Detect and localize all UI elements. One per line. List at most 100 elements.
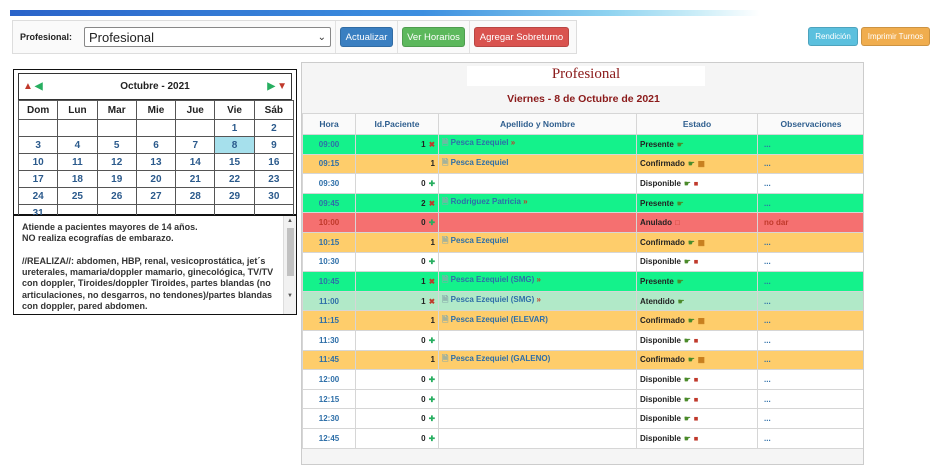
- document-icon[interactable]: 🗎: [442, 315, 451, 324]
- add-icon[interactable]: ✚: [427, 375, 435, 384]
- hand-icon[interactable]: ☛: [676, 297, 685, 306]
- document-icon[interactable]: 🗎: [442, 354, 451, 363]
- turno-hora[interactable]: 10:15: [302, 231, 356, 253]
- calendar-day[interactable]: 11: [57, 153, 98, 171]
- document-icon[interactable]: 🗎: [442, 158, 451, 167]
- add-icon[interactable]: ✚: [427, 336, 435, 345]
- next-year-icon[interactable]: ▼: [277, 81, 287, 92]
- turno-observaciones[interactable]: ...: [757, 271, 863, 292]
- calendar-day[interactable]: 12: [96, 153, 137, 171]
- calendar-day[interactable]: 18: [57, 170, 98, 188]
- turno-hora[interactable]: 12:30: [302, 408, 356, 429]
- agregar-sobreturno-button[interactable]: Agregar Sobreturno: [474, 27, 569, 47]
- turno-observaciones[interactable]: ...: [757, 408, 863, 429]
- delete-icon[interactable]: ■: [692, 336, 699, 345]
- paciente-link[interactable]: Pesca Ezequiel (SMG): [451, 275, 535, 284]
- document-icon[interactable]: 🗎: [442, 236, 451, 245]
- hand-icon[interactable]: ☛: [686, 159, 695, 168]
- turno-hora[interactable]: 11:45: [302, 349, 356, 371]
- hand-icon[interactable]: ☛: [682, 434, 691, 443]
- remove-icon[interactable]: ✖: [427, 199, 435, 208]
- double-chevron-icon[interactable]: »: [508, 138, 515, 147]
- turno-observaciones[interactable]: ...: [757, 290, 863, 312]
- calendar-day[interactable]: 27: [135, 187, 177, 205]
- turno-observaciones[interactable]: ...: [757, 427, 863, 449]
- calendar-day[interactable]: 21: [175, 170, 216, 188]
- turno-hora[interactable]: 10:45: [302, 271, 356, 292]
- turno-observaciones[interactable]: ...: [757, 231, 863, 253]
- document-icon[interactable]: 🗎: [442, 275, 451, 284]
- hand-icon[interactable]: ☛: [686, 316, 695, 325]
- hand-icon[interactable]: ☛: [682, 336, 691, 345]
- rendicion-button[interactable]: Rendición: [808, 27, 858, 46]
- imprimir-turnos-button[interactable]: Imprimir Turnos: [861, 27, 930, 46]
- hand-icon[interactable]: ☛: [682, 395, 691, 404]
- turno-hora[interactable]: 12:45: [302, 427, 356, 449]
- actualizar-button[interactable]: Actualizar: [340, 27, 393, 47]
- turno-hora[interactable]: 09:15: [302, 153, 356, 175]
- turno-hora[interactable]: 10:30: [302, 251, 356, 273]
- turno-hora[interactable]: 12:00: [302, 369, 356, 390]
- prev-month-icon[interactable]: ◀: [35, 81, 43, 92]
- add-icon[interactable]: ✚: [427, 257, 435, 266]
- calendar-day[interactable]: 6: [135, 136, 177, 154]
- ver-horarios-button[interactable]: Ver Horarios: [402, 27, 465, 47]
- scroll-down-icon[interactable]: ▼: [287, 293, 293, 299]
- document-icon[interactable]: 🗎: [442, 295, 451, 304]
- add-icon[interactable]: ✚: [427, 395, 435, 404]
- delete-icon[interactable]: ■: [692, 179, 699, 188]
- calendar-day[interactable]: 30: [253, 187, 295, 205]
- hand-icon[interactable]: ☛: [682, 257, 691, 266]
- turno-hora[interactable]: 09:30: [302, 173, 356, 194]
- turno-hora[interactable]: 09:45: [302, 192, 356, 214]
- turno-observaciones[interactable]: no dar: [757, 212, 863, 233]
- delete-icon[interactable]: ■: [692, 375, 699, 384]
- turno-observaciones[interactable]: ...: [757, 369, 863, 390]
- double-chevron-icon[interactable]: »: [534, 275, 540, 284]
- turno-hora[interactable]: 12:15: [302, 388, 356, 410]
- hand-icon[interactable]: ☛: [686, 355, 695, 364]
- calendar-icon[interactable]: ▦: [696, 355, 705, 364]
- next-month-icon[interactable]: ▶: [267, 81, 275, 92]
- turno-observaciones[interactable]: ...: [757, 329, 863, 351]
- profesional-select[interactable]: Profesional ⌄: [84, 27, 331, 47]
- hand-icon[interactable]: ☛: [686, 238, 695, 247]
- turno-observaciones[interactable]: ...: [757, 251, 863, 273]
- calendar-day[interactable]: 16: [253, 153, 295, 171]
- turno-hora[interactable]: 09:00: [302, 134, 356, 155]
- turno-observaciones[interactable]: ...: [757, 349, 863, 371]
- scroll-thumb[interactable]: [287, 228, 294, 276]
- delete-icon[interactable]: ■: [692, 395, 699, 404]
- paciente-link[interactable]: Pesca Ezequiel (ELEVAR): [451, 315, 548, 324]
- calendar-day[interactable]: 3: [17, 136, 59, 154]
- calendar-day[interactable]: 4: [57, 136, 98, 154]
- turno-hora[interactable]: 11:30: [302, 329, 356, 351]
- calendar-day[interactable]: 25: [57, 187, 98, 205]
- remove-icon[interactable]: □: [673, 218, 680, 227]
- turno-observaciones[interactable]: ...: [757, 153, 863, 175]
- calendar-day[interactable]: 26: [96, 187, 137, 205]
- notes-scrollbar[interactable]: ▲ ▼: [283, 216, 296, 314]
- remove-icon[interactable]: ✖: [427, 140, 435, 149]
- prev-year-icon[interactable]: ▲: [23, 81, 33, 92]
- calendar-day[interactable]: 29: [214, 187, 255, 205]
- hand-icon[interactable]: ☛: [682, 414, 691, 423]
- calendar-day[interactable]: 23: [253, 170, 295, 188]
- calendar-icon[interactable]: ▦: [696, 316, 705, 325]
- calendar-day[interactable]: 19: [96, 170, 137, 188]
- calendar-day[interactable]: 7: [175, 136, 216, 154]
- calendar-day[interactable]: 14: [175, 153, 216, 171]
- add-icon[interactable]: ✚: [427, 434, 435, 443]
- document-icon[interactable]: 🗎: [442, 197, 451, 206]
- add-icon[interactable]: ✚: [427, 218, 435, 227]
- remove-icon[interactable]: ✖: [427, 277, 435, 286]
- calendar-day[interactable]: 15: [214, 153, 255, 171]
- calendar-day[interactable]: 5: [96, 136, 137, 154]
- delete-icon[interactable]: ■: [692, 434, 699, 443]
- calendar-day[interactable]: 17: [17, 170, 59, 188]
- add-icon[interactable]: ✚: [427, 179, 435, 188]
- turno-observaciones[interactable]: ...: [757, 388, 863, 410]
- calendar-day[interactable]: 10: [17, 153, 59, 171]
- paciente-link[interactable]: Pesca Ezequiel: [451, 158, 509, 167]
- hand-icon[interactable]: ☛: [682, 375, 691, 384]
